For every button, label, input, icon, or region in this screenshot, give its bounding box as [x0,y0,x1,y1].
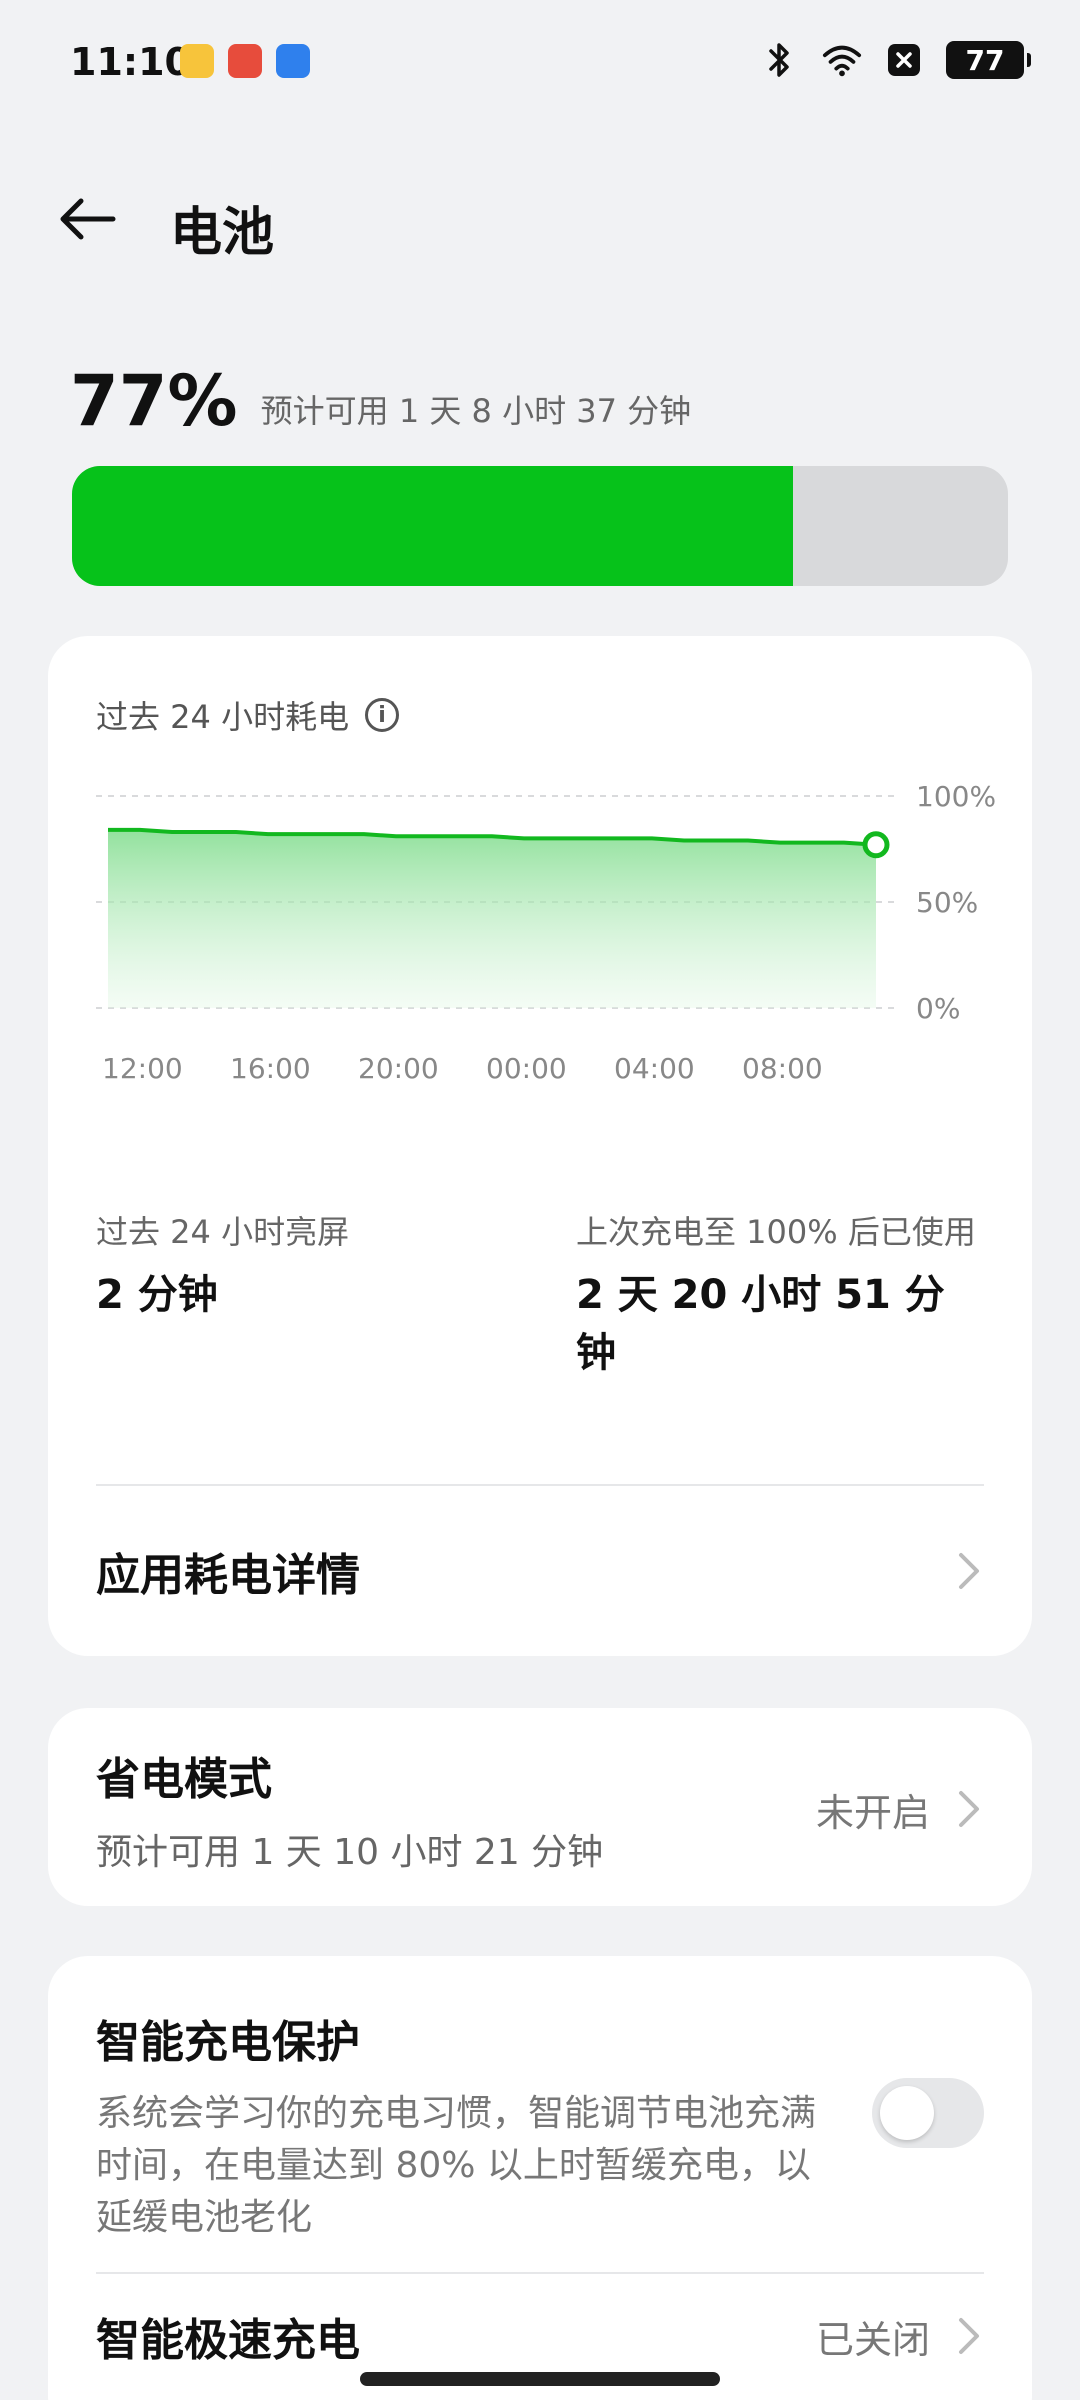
fast-charging-status: 已关闭 [815,2317,930,2362]
usage-area [108,829,876,1008]
bluetooth-icon [760,40,800,80]
since-full-stat: 上次充电至 100% 后已使用 2 天 20 小时 51 分钟 [576,1208,976,1382]
app-usage-details-row[interactable]: 应用耗电详情 [96,1496,984,1646]
power-saving-text: 省电模式 预计可用 1 天 10 小时 21 分钟 [96,1743,603,1875]
chevron-right-icon [954,1791,984,1827]
usage-stats: 过去 24 小时亮屏 2 分钟 上次充电至 100% 后已使用 2 天 20 小… [96,1208,996,1448]
screen-on-label: 过去 24 小时亮屏 [96,1213,350,1251]
screen-on-stat: 过去 24 小时亮屏 2 分钟 [96,1208,496,1324]
power-saving-card[interactable]: 省电模式 预计可用 1 天 10 小时 21 分钟 未开启 [48,1708,1032,1906]
fast-charging-status-group: 已关闭 [816,2309,984,2364]
x-tick-label: 08:00 [742,1052,823,1085]
smart-charging-toggle[interactable] [872,2078,984,2148]
smart-charging-title: 智能充电保护 [96,2017,360,2068]
close-box-icon [884,40,924,80]
power-saving-subtitle: 预计可用 1 天 10 小时 21 分钟 [96,1832,604,1873]
power-saving-status: 未开启 [815,1790,930,1835]
fast-charging-title: 智能极速充电 [96,2315,360,2366]
toggle-knob [880,2086,934,2140]
card-divider [96,1484,984,1486]
chevron-right-icon [954,1553,984,1589]
power-saving-status-group: 未开启 [816,1782,984,1837]
battery-settings-screen: 11:10 77 电池 77% 预计可用 1 天 8 小时 37 分钟 过去 2… [0,0,1080,2400]
since-full-value: 2 天 20 小时 51 分钟 [576,1272,945,1376]
battery-summary: 77% 预计可用 1 天 8 小时 37 分钟 [70,360,1010,442]
status-bar: 11:10 77 [0,0,1080,120]
blue-app-icon [276,44,310,78]
charging-card: 智能充电保护 系统会学习你的充电习惯，智能调节电池充满时间，在电量达到 80% … [48,1956,1032,2400]
smart-charging-description: 系统会学习你的充电习惯，智能调节电池充满时间，在电量达到 80% 以上时暂缓充电… [96,2093,817,2238]
battery-estimate: 预计可用 1 天 8 小时 37 分钟 [260,392,692,430]
y-tick-label: 0% [916,992,960,1025]
notes-app-icon [180,44,214,78]
battery-level-fill [72,466,793,586]
x-tick-label: 04:00 [614,1052,695,1085]
current-level-point [862,831,890,859]
wifi-icon [822,40,862,80]
chart-svg: 100% 50% 0% 12:00 16:00 20:00 00:00 04:00 08:00 [96,780,996,1085]
x-tick-label: 00:00 [486,1052,567,1085]
y-tick-label: 100% [916,780,996,813]
battery-status: 77 [946,41,1031,79]
page-title: 电池 [170,203,275,263]
red-app-icon [228,44,262,78]
smart-charging-text: 智能充电保护 系统会学习你的充电习惯，智能调节电池充满时间，在电量达到 80% … [96,2006,816,2244]
status-right-icons: 77 [760,38,1031,82]
page-header: 电池 [0,170,1080,270]
battery-percent: 77% [70,360,238,442]
usage-card-header: 过去 24 小时耗电 i [96,692,400,738]
screen-on-value: 2 分钟 [96,1272,218,1318]
home-indicator[interactable] [360,2372,720,2386]
battery-usage-chart: 100% 50% 0% 12:00 16:00 20:00 00:00 04:00 08:00 [96,776,996,1116]
x-tick-label: 20:00 [358,1052,439,1085]
usage-card: 过去 24 小时耗电 i 100% 50% 0% 12:00 16:00 20:00 00:… [48,636,1032,1656]
power-saving-row[interactable]: 省电模式 预计可用 1 天 10 小时 21 分钟 未开启 [96,1743,984,1875]
y-tick-label: 50% [916,886,978,919]
status-time: 11:10 [70,40,191,84]
info-icon[interactable]: i [365,698,400,732]
power-saving-title: 省电模式 [96,1754,272,1805]
chevron-right-icon [954,2318,984,2354]
app-usage-details-label: 应用耗电详情 [96,1550,360,1601]
usage-card-title: 过去 24 小时耗电 [96,698,350,736]
back-arrow-icon [60,198,116,240]
x-tick-label: 16:00 [230,1052,311,1085]
since-full-label: 上次充电至 100% 后已使用 [576,1213,976,1251]
x-tick-label: 12:00 [102,1052,183,1085]
battery-level-bar [72,466,1008,586]
back-button[interactable] [52,184,122,254]
